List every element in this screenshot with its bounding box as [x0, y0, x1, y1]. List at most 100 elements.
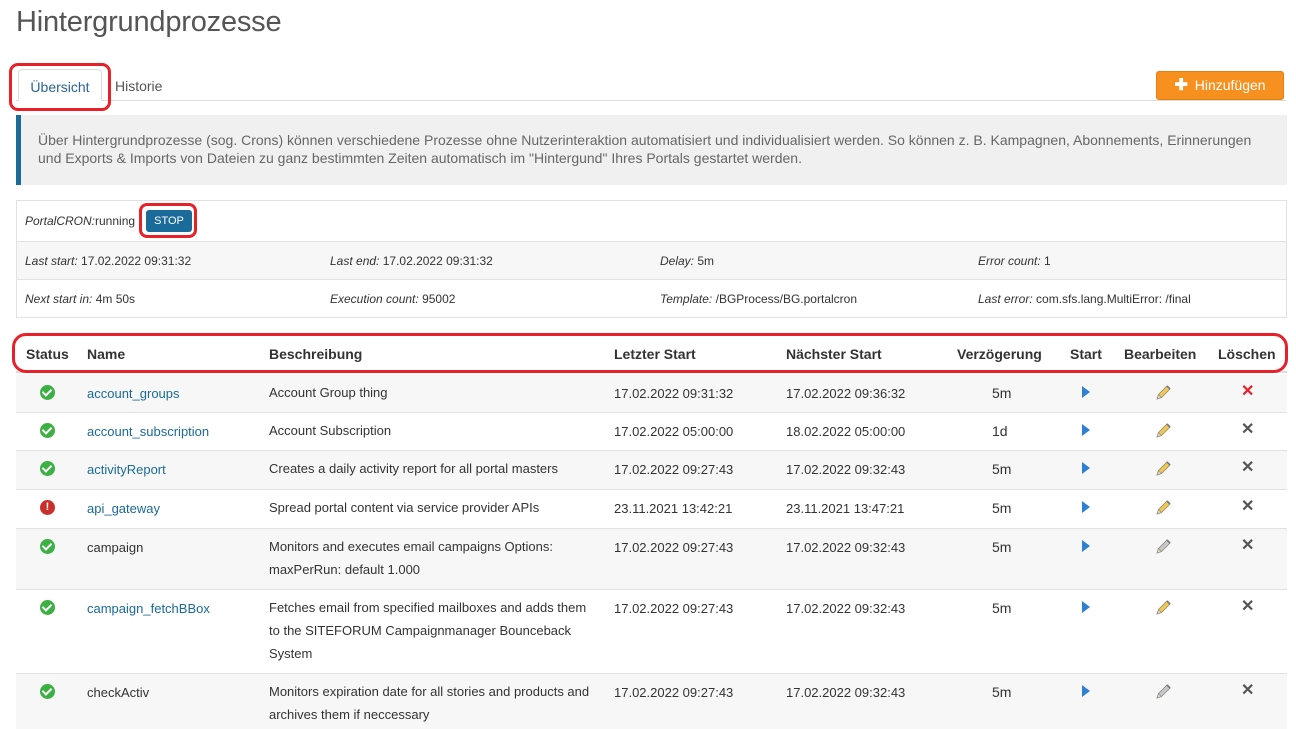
template: Template: /BGProcess/BG.portalcron	[660, 292, 857, 306]
status-ok-icon	[40, 600, 55, 615]
process-description: Spread portal content via service provid…	[269, 500, 540, 515]
last-start-value: 17.02.2022 09:27:43	[614, 540, 734, 555]
delete-icon[interactable]: ✕	[1241, 683, 1254, 699]
process-description: Account Group thing	[269, 385, 388, 400]
next-start-value: 17.02.2022 09:32:43	[786, 685, 906, 700]
pencil-icon[interactable]	[1154, 498, 1173, 520]
play-icon[interactable]	[1082, 424, 1090, 436]
error-count: Error count: 1	[978, 254, 1051, 268]
table-row: campaign_fetchBBox Fetches email from spe…	[16, 590, 1287, 674]
last-start-value: 17.02.2022 09:27:43	[614, 601, 734, 616]
stop-button[interactable]: STOP	[146, 210, 192, 232]
pencil-icon[interactable]	[1154, 459, 1173, 481]
next-start-value: 17.02.2022 09:32:43	[786, 601, 906, 616]
page-title: Hintergrundprozesse	[16, 6, 282, 38]
delay-value: 5m	[992, 385, 1012, 401]
delay-value: 5m	[992, 539, 1012, 555]
last-start-value: 17.02.2022 09:27:43	[614, 685, 734, 700]
process-description: Fetches email from specified mailboxes a…	[269, 600, 587, 661]
header-name[interactable]: Name	[87, 338, 125, 371]
add-button-label: Hinzufügen	[1194, 77, 1266, 93]
table-row: activityReport Creates a daily activity r…	[16, 451, 1287, 490]
pencil-icon[interactable]	[1154, 598, 1173, 620]
plus-icon: ✚	[1174, 77, 1188, 94]
table-row: ! api_gateway Spread portal content via se…	[16, 490, 1287, 529]
table-row: checkActiv Monitors expiration date for a…	[16, 674, 1287, 729]
delete-icon[interactable]: ✕	[1241, 499, 1254, 515]
next-start-value: 23.11.2021 13:47:21	[786, 501, 905, 516]
pencil-icon[interactable]	[1154, 682, 1173, 704]
last-start-value: 17.02.2022 05:00:00	[614, 424, 734, 439]
delete-icon[interactable]: ✕	[1241, 538, 1254, 554]
process-name: checkActiv	[87, 685, 150, 700]
cron-status-text: PortalCRON:running	[25, 214, 136, 228]
next-start-value: 17.02.2022 09:32:43	[786, 540, 906, 555]
play-icon[interactable]	[1082, 540, 1090, 552]
process-name: campaign	[87, 540, 144, 555]
process-name[interactable]: campaign_fetchBBox	[87, 601, 210, 616]
delete-icon[interactable]: ✕	[1241, 384, 1254, 400]
status-ok-icon	[40, 385, 55, 400]
pencil-icon[interactable]	[1154, 383, 1173, 405]
delay: Delay: 5m	[660, 254, 715, 268]
process-name[interactable]: activityReport	[87, 462, 166, 477]
delay-value: 5m	[992, 461, 1012, 477]
next-start: Next start in: 4m 50s	[25, 292, 136, 306]
pencil-icon[interactable]	[1154, 421, 1173, 443]
delete-icon[interactable]: ✕	[1241, 422, 1254, 438]
table-row: account_subscription Account Subscription…	[16, 413, 1287, 451]
process-description: Monitors expiration date for all stories…	[269, 684, 590, 722]
play-icon[interactable]	[1082, 386, 1090, 398]
last-error: Last error: com.sfs.lang.MultiError: /fi…	[978, 292, 1191, 306]
status-ok-icon	[40, 539, 55, 554]
play-icon[interactable]	[1082, 685, 1090, 697]
last-start-value: 17.02.2022 09:31:32	[614, 386, 734, 401]
delay-value: 5m	[992, 600, 1012, 616]
header-description[interactable]: Beschreibung	[269, 338, 362, 371]
cron-status-row: PortalCRON:running STOP	[17, 201, 1286, 241]
play-icon[interactable]	[1082, 601, 1090, 613]
header-delete: Löschen	[1218, 346, 1276, 362]
status-ok-icon	[40, 461, 55, 476]
pencil-icon[interactable]	[1154, 537, 1173, 559]
next-start-value: 17.02.2022 09:36:32	[786, 386, 906, 401]
status-ok-icon	[40, 684, 55, 699]
cron-info-row: Next start in: 4m 50s Execution count: 9…	[17, 279, 1286, 318]
status-ok-icon	[40, 423, 55, 438]
status-error-icon: !	[40, 500, 55, 515]
last-start-value: 17.02.2022 09:27:43	[614, 462, 734, 477]
tab-uebersicht[interactable]: Übersicht	[18, 69, 102, 101]
last-start-value: 23.11.2021 13:42:21	[614, 501, 733, 516]
table-header: Status Name Beschreibung Letzter Start N…	[16, 338, 1287, 373]
header-delay[interactable]: Verzögerung	[957, 338, 1042, 371]
process-description: Creates a daily activity report for all …	[269, 461, 558, 476]
play-icon[interactable]	[1082, 462, 1090, 474]
delay-value: 5m	[992, 684, 1012, 700]
process-name[interactable]: api_gateway	[87, 501, 160, 516]
header-next-start[interactable]: Nächster Start	[786, 338, 882, 371]
play-icon[interactable]	[1082, 501, 1090, 513]
header-start: Start	[1070, 346, 1102, 362]
delete-icon[interactable]: ✕	[1241, 599, 1254, 615]
info-box: Über Hintergrundprozesse (sog. Crons) kö…	[16, 115, 1287, 185]
process-description: Monitors and executes email campaigns Op…	[269, 539, 553, 577]
process-name[interactable]: account_groups	[87, 386, 180, 401]
table-row: campaign Monitors and executes email camp…	[16, 529, 1287, 590]
delete-icon[interactable]: ✕	[1241, 460, 1254, 476]
header-last-start[interactable]: Letzter Start	[614, 338, 696, 371]
last-end: Last end: 17.02.2022 09:31:32	[330, 254, 493, 268]
last-start: Last start: 17.02.2022 09:31:32	[25, 254, 192, 268]
delay-value: 1d	[992, 423, 1008, 439]
cron-status-panel: PortalCRON:running STOP Last start: 17.0…	[16, 200, 1287, 318]
execution-count: Execution count: 95002	[330, 292, 456, 306]
add-button[interactable]: ✚ Hinzufügen	[1156, 71, 1284, 100]
table-row: account_groups Account Group thing 17.02.2…	[16, 375, 1287, 413]
process-name[interactable]: account_subscription	[87, 424, 209, 439]
tab-historie[interactable]: Historie	[115, 69, 162, 101]
header-status[interactable]: Status	[26, 338, 69, 371]
cron-info-row: Last start: 17.02.2022 09:31:32 Last end…	[17, 241, 1286, 279]
header-edit: Bearbeiten	[1124, 346, 1197, 362]
tab-bar: Übersicht Historie	[16, 69, 1286, 101]
next-start-value: 17.02.2022 09:32:43	[786, 462, 906, 477]
delay-value: 5m	[992, 500, 1012, 516]
